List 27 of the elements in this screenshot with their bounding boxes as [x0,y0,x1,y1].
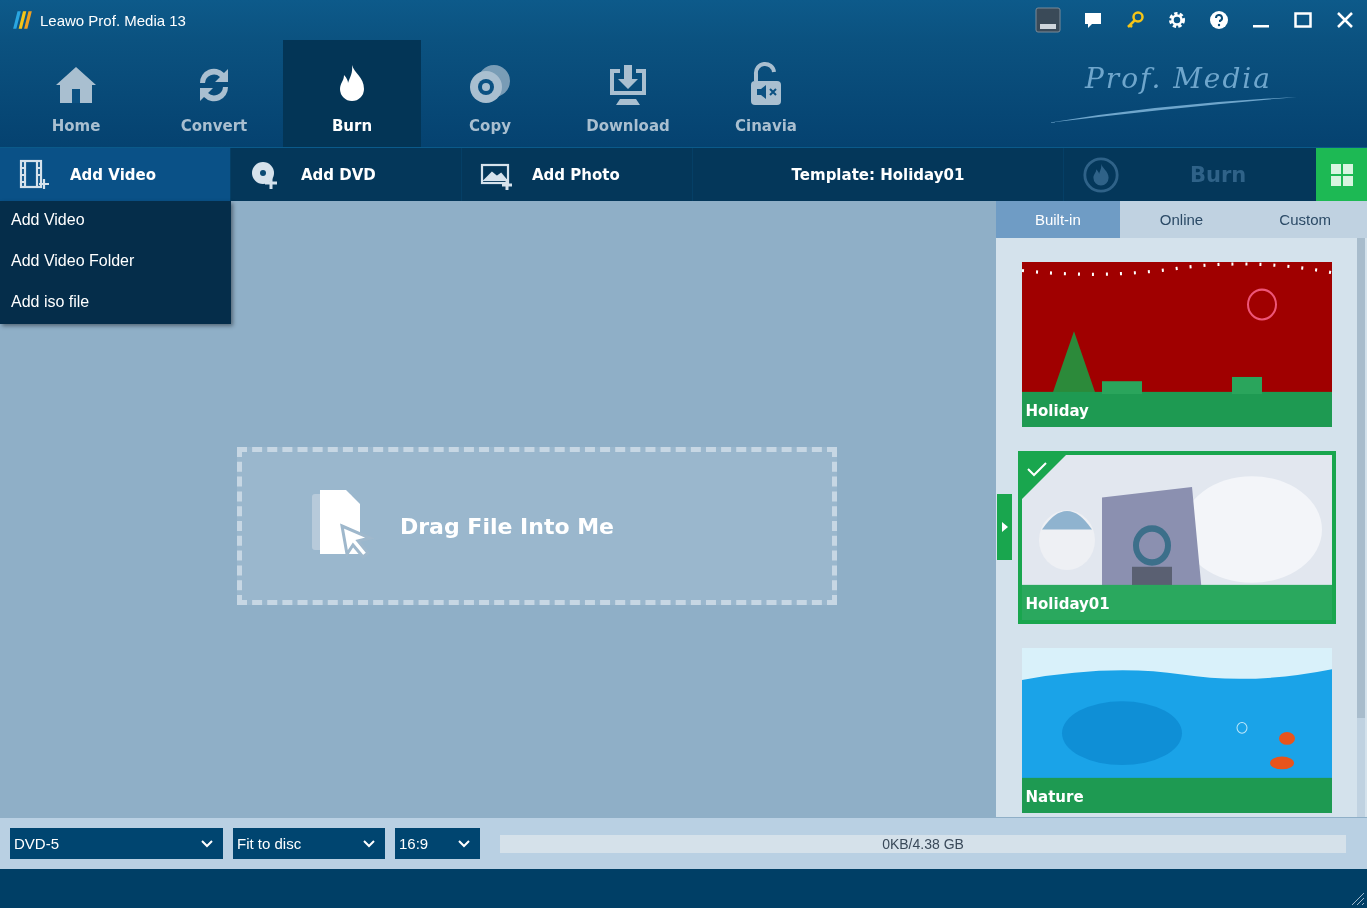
template-name: Holiday01 [1025,595,1110,613]
template-card[interactable]: Nature [1017,644,1336,817]
menu-item[interactable]: Add Video [0,201,231,242]
nav-tab[interactable]: Cinavia [697,40,835,147]
toolbar-button[interactable]: Add DVD [231,148,461,201]
nav-tab[interactable]: Download [559,40,697,147]
quality-dropdown[interactable]: Fit to disc [233,828,385,859]
nav-tab[interactable]: Convert [145,40,283,147]
template-label: Template: Holiday01 [693,148,1063,201]
menu-item[interactable]: Add iso file [0,283,231,324]
nav-tab[interactable]: Burn [283,40,421,147]
menu-item[interactable]: Add Video Folder [0,242,231,283]
brand-logo: Prof. Media [1084,62,1272,95]
template-name: Holiday [1025,402,1089,420]
disc-type-dropdown[interactable]: DVD-5 [10,828,223,859]
window-title: Leawo Prof. Media 13 [40,11,186,29]
toolbar-button[interactable]: Add Video [0,148,230,201]
template-tab[interactable]: Custom [1243,201,1367,238]
drop-zone-label: Drag File Into Me [400,513,614,539]
nav-tab[interactable]: Copy [421,40,559,147]
toolbar-button[interactable]: Add Photo [462,148,692,201]
capacity-text: 0KB/4.38 GB [882,835,964,852]
template-tab[interactable]: Online [1119,201,1244,238]
aspect-ratio-dropdown[interactable]: 16:9 [395,828,480,859]
nav-tab[interactable]: Home [7,40,145,147]
template-name: Nature [1025,788,1084,806]
template-card[interactable]: Holiday [1017,258,1336,431]
